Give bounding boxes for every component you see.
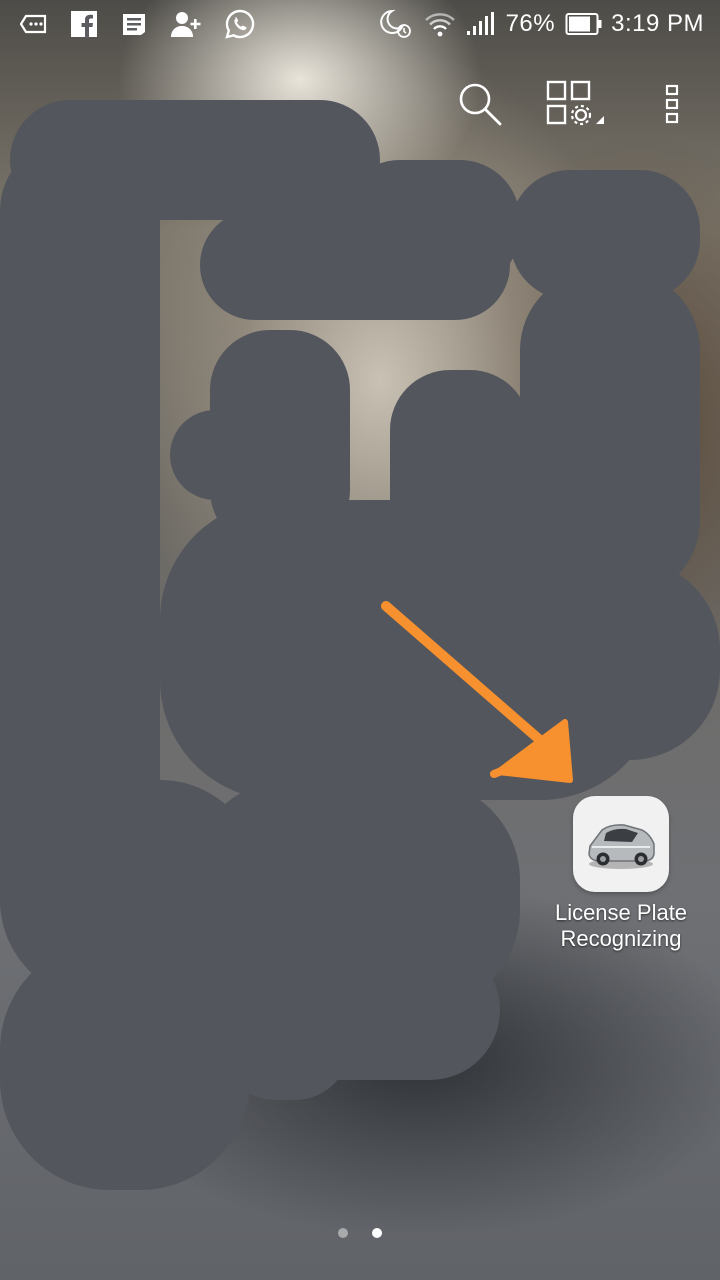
car-icon: [588, 824, 655, 869]
page-indicator: [0, 1228, 720, 1238]
app-license-plate-recognizing[interactable]: License Plate Recognizing: [536, 796, 706, 952]
annotation-arrow: [381, 601, 573, 783]
page-dot-1[interactable]: [338, 1228, 348, 1238]
app-icon-tile: [573, 796, 669, 892]
app-label: License Plate Recognizing: [536, 900, 706, 952]
page-dot-2-active[interactable]: [372, 1228, 382, 1238]
app-label-line1: License Plate: [554, 900, 688, 925]
app-label-line2: Recognizing: [560, 926, 682, 951]
